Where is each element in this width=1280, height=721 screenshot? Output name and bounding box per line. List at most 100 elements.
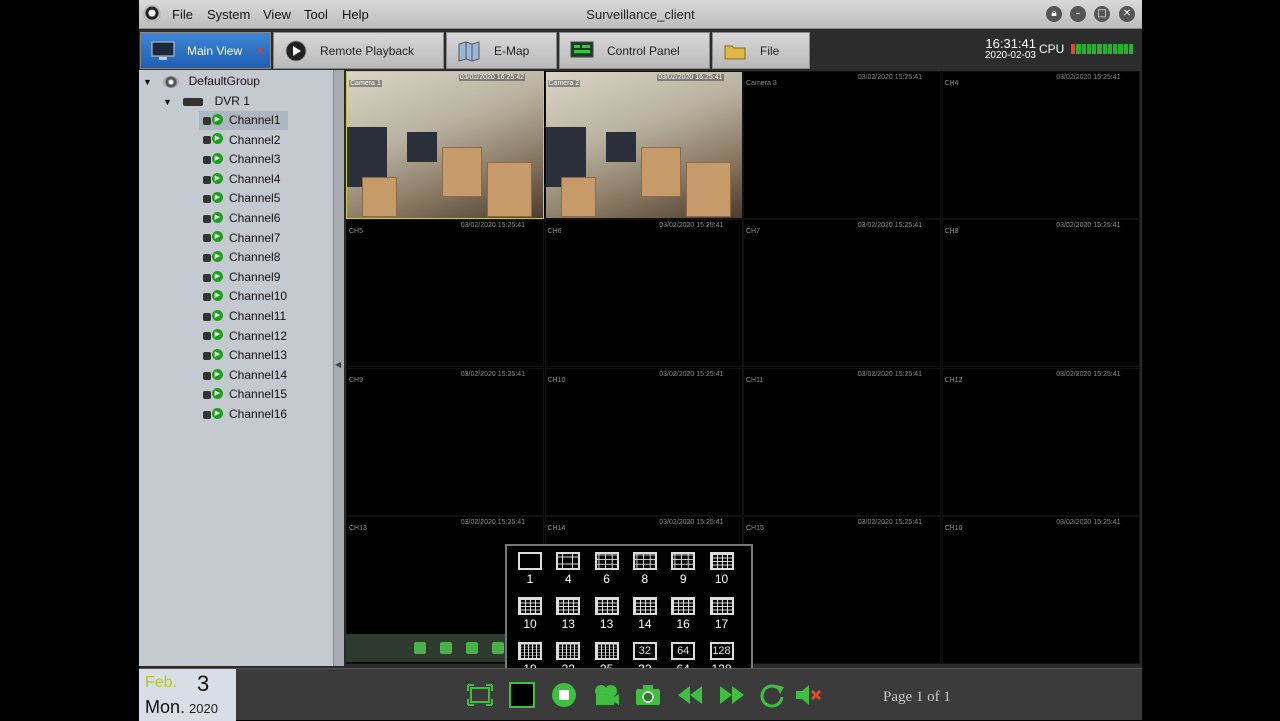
layout-option[interactable]: 17 (703, 597, 741, 631)
snapshot-icon[interactable] (414, 642, 426, 654)
cell-camera-label: Camera 1 (349, 80, 382, 87)
tree-channel[interactable]: Channel3 (199, 150, 288, 169)
layout-option[interactable]: 4 (549, 552, 587, 586)
video-cell[interactable]: CH15 03/02/2020 15:25:41 (743, 515, 941, 664)
layout-option[interactable]: 6 (588, 552, 626, 586)
fullscreen-icon[interactable] (466, 681, 494, 709)
close-tab-icon[interactable]: ✕ (255, 43, 266, 59)
layout-count: 10 (523, 617, 537, 631)
cell-timestamp: 03/02/2020 15:25:41 (857, 74, 922, 81)
channel-camera-icon (203, 113, 223, 127)
tab-control-panel[interactable]: Control Panel (559, 32, 710, 69)
user-icon[interactable] (466, 642, 478, 654)
fast-forward-icon[interactable] (718, 681, 746, 709)
tab-file[interactable]: File (712, 32, 810, 69)
video-cell[interactable]: CH6 03/02/2020 15:25:41 (544, 219, 743, 368)
video-cell[interactable]: CH7 03/02/2020 15:25:41 (743, 219, 941, 368)
video-cell[interactable]: CH10 03/02/2020 15:25:41 (544, 367, 743, 516)
tree-channel[interactable]: Channel11 (199, 307, 294, 326)
tab-bar: Main View ✕ Remote Playback E-Map Contro… (139, 30, 1142, 70)
sidebar-collapse-handle[interactable]: ◀ (334, 70, 344, 666)
cell-camera-label: CH14 (547, 524, 566, 532)
device-tree: ▼ DefaultGroup ▼ DVR 1 Channel1 Channel2 C… (139, 70, 334, 666)
layout-option[interactable]: 9 (664, 552, 702, 586)
channel-label: Channel13 (229, 348, 288, 363)
channel-label: Channel11 (229, 309, 287, 323)
tree-channel[interactable]: Channel15 (199, 385, 295, 404)
layout-grid-icon (518, 552, 542, 570)
tree-channel[interactable]: Channel14 (199, 366, 295, 385)
tab-e-map[interactable]: E-Map (446, 32, 557, 69)
layout-option[interactable]: 10 (703, 552, 741, 586)
video-cell[interactable]: Camera 1 03/02/2020 16:25:42 (346, 71, 544, 219)
tree-channel[interactable]: Channel4 (199, 170, 288, 189)
tree-group[interactable]: ▼ DefaultGroup (143, 72, 260, 91)
tree-channel[interactable]: Channel5 (199, 189, 288, 208)
record-video-icon[interactable] (592, 681, 620, 709)
video-cell[interactable]: CH16 03/02/2020 15:25:41 (941, 515, 1140, 664)
cell-timestamp: 03/02/2020 15:25:41 (1056, 222, 1121, 230)
record-icon[interactable] (440, 642, 452, 654)
channel-label: Channel4 (229, 171, 281, 186)
video-cell[interactable]: Camera 2 03/02/2020 16:25:41 (544, 71, 743, 219)
video-cell[interactable]: CH12 03/02/2020 15:25:41 (941, 367, 1140, 516)
mute-icon[interactable] (794, 681, 822, 709)
tab-main-view[interactable]: Main View ✕ (140, 32, 271, 69)
channel-label: Channel12 (229, 328, 288, 343)
refresh-icon[interactable] (758, 681, 786, 709)
tree-channel[interactable]: Channel12 (199, 327, 295, 346)
maximize-icon[interactable]: □ (1094, 6, 1110, 22)
camera-snapshot-icon[interactable] (634, 681, 662, 709)
map-icon (458, 41, 480, 62)
tree-channel[interactable]: Channel8 (199, 248, 288, 267)
single-view-icon[interactable] (508, 681, 536, 709)
tree-channel[interactable]: Channel1 (199, 111, 289, 130)
tree-channel[interactable]: Channel16 (199, 405, 295, 424)
cell-timestamp: 03/02/2020 15:25:41 (460, 222, 525, 230)
layout-grid-icon: 32 (632, 642, 657, 660)
layout-option[interactable]: 14 (626, 597, 664, 631)
tree-channel[interactable]: Channel2 (199, 131, 288, 150)
lock-icon[interactable]: 🔒︎ (1046, 6, 1062, 22)
video-cell[interactable]: CH9 03/02/2020 15:25:41 (346, 367, 544, 516)
channel-label: Channel1 (229, 113, 281, 127)
cell-timestamp: 03/02/2020 15:25:41 (659, 518, 724, 526)
tree-channel[interactable]: Channel10 (199, 287, 295, 306)
layout-count: 16 (676, 617, 690, 631)
layout-option[interactable]: 16 (664, 597, 702, 631)
channel-label: Channel16 (229, 407, 288, 421)
tree-channel[interactable]: Channel9 (199, 268, 288, 287)
close-icon[interactable]: ✕ (1119, 6, 1135, 22)
group-icon (163, 75, 180, 88)
channel-camera-icon (203, 368, 223, 382)
layout-count: 13 (561, 617, 575, 631)
tree-channel[interactable]: Channel13 (199, 346, 295, 365)
rewind-icon[interactable] (676, 681, 704, 709)
layout-grid-icon (556, 552, 581, 570)
collapse-icon[interactable]: ▼ (163, 97, 172, 107)
tree-device[interactable]: ▼ DVR 1 (163, 92, 250, 111)
channel-camera-icon (203, 270, 223, 284)
minimize-icon[interactable]: – (1070, 6, 1086, 22)
video-cell[interactable]: CH4 03/02/2020 15:25:41 (941, 71, 1140, 219)
layout-option[interactable]: 10 (511, 597, 549, 631)
tab-remote-playback[interactable]: Remote Playback (273, 32, 444, 69)
cell-camera-label: CH12 (944, 376, 963, 384)
video-cell[interactable]: CH5 03/02/2020 15:25:41 (346, 219, 544, 368)
layout-option[interactable]: 8 (626, 552, 664, 586)
tree-channel[interactable]: Channel7 (199, 229, 288, 248)
layout-option[interactable]: 13 (549, 597, 587, 631)
layout-count: 17 (714, 617, 729, 631)
stop-icon[interactable] (492, 642, 504, 654)
tree-channel[interactable]: Channel6 (199, 209, 288, 228)
video-cell[interactable]: CH8 03/02/2020 15:25:41 (941, 219, 1140, 368)
cell-camera-label: CH7 (746, 228, 761, 236)
cell-camera-label: Camera 3 (746, 80, 777, 87)
video-cell[interactable]: Camera 3 03/02/2020 15:25:41 (743, 71, 941, 219)
layout-option[interactable]: 1 (511, 552, 549, 586)
layout-option[interactable]: 13 (588, 597, 626, 631)
collapse-icon[interactable]: ▼ (143, 77, 152, 87)
stop-all-icon[interactable] (550, 681, 578, 709)
video-cell[interactable]: CH11 03/02/2020 15:25:41 (743, 367, 941, 516)
dvr-icon (183, 97, 204, 106)
